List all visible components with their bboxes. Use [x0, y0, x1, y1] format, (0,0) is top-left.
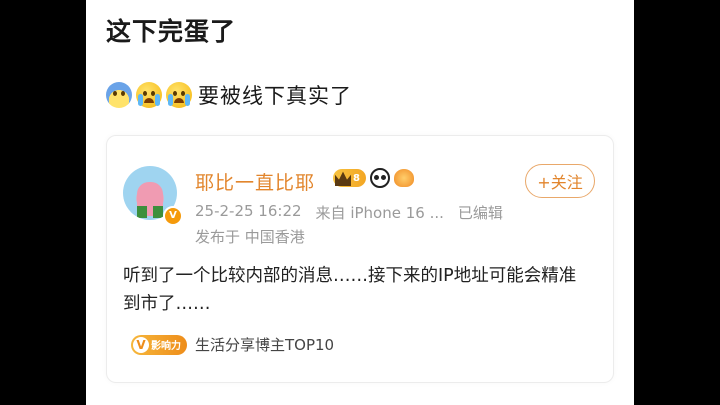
reaction-text: 要被线下真实了: [198, 84, 352, 108]
vip-level: 8: [353, 172, 360, 184]
v-icon: V: [133, 336, 149, 353]
username[interactable]: 耶比一直比耶: [195, 168, 315, 195]
crying-face-icon: [166, 82, 192, 108]
crown-icon: [335, 171, 351, 186]
edited-label[interactable]: 已编辑: [458, 202, 503, 223]
post-location: 发布于 中国香港: [195, 228, 305, 246]
reaction-line: 要被线下真实了: [106, 80, 352, 110]
post-title: 这下完蛋了: [106, 17, 237, 46]
post-meta: 25-2-25 16:22 来自 iPhone 16 ... 已编辑: [195, 202, 503, 223]
panda-icon: [369, 168, 390, 188]
post-content: 听到了一个比较内部的消息……接下来的IP地址可能会精准到市了……: [123, 266, 577, 314]
verified-badge-icon: V: [163, 206, 183, 226]
influence-tag[interactable]: V 影响力 生活分享博主TOP10: [131, 334, 334, 355]
scared-face-icon: [106, 82, 132, 108]
quoted-post-card[interactable]: V 耶比一直比耶 8 +关注 25-2-25 16:22 来自 iPhone 1…: [106, 135, 614, 383]
influence-badge: V 影响力: [131, 334, 187, 355]
influence-tag-text: 生活分享博主TOP10: [195, 336, 335, 354]
post-screen: 这下完蛋了 要被线下真实了 V 耶比一直比耶 8 +关注 25-2-25 16:…: [86, 0, 634, 405]
post-date: 25-2-25 16:22: [195, 202, 302, 220]
crying-face-icon: [136, 82, 162, 108]
influence-badge-label: 影响力: [151, 341, 181, 352]
follow-button[interactable]: +关注: [525, 164, 595, 198]
vip-badge[interactable]: 8: [333, 169, 366, 187]
user-badges: 8: [333, 168, 414, 188]
post-source: 来自 iPhone 16 ...: [315, 204, 444, 222]
sun-badge-icon: [393, 169, 414, 187]
